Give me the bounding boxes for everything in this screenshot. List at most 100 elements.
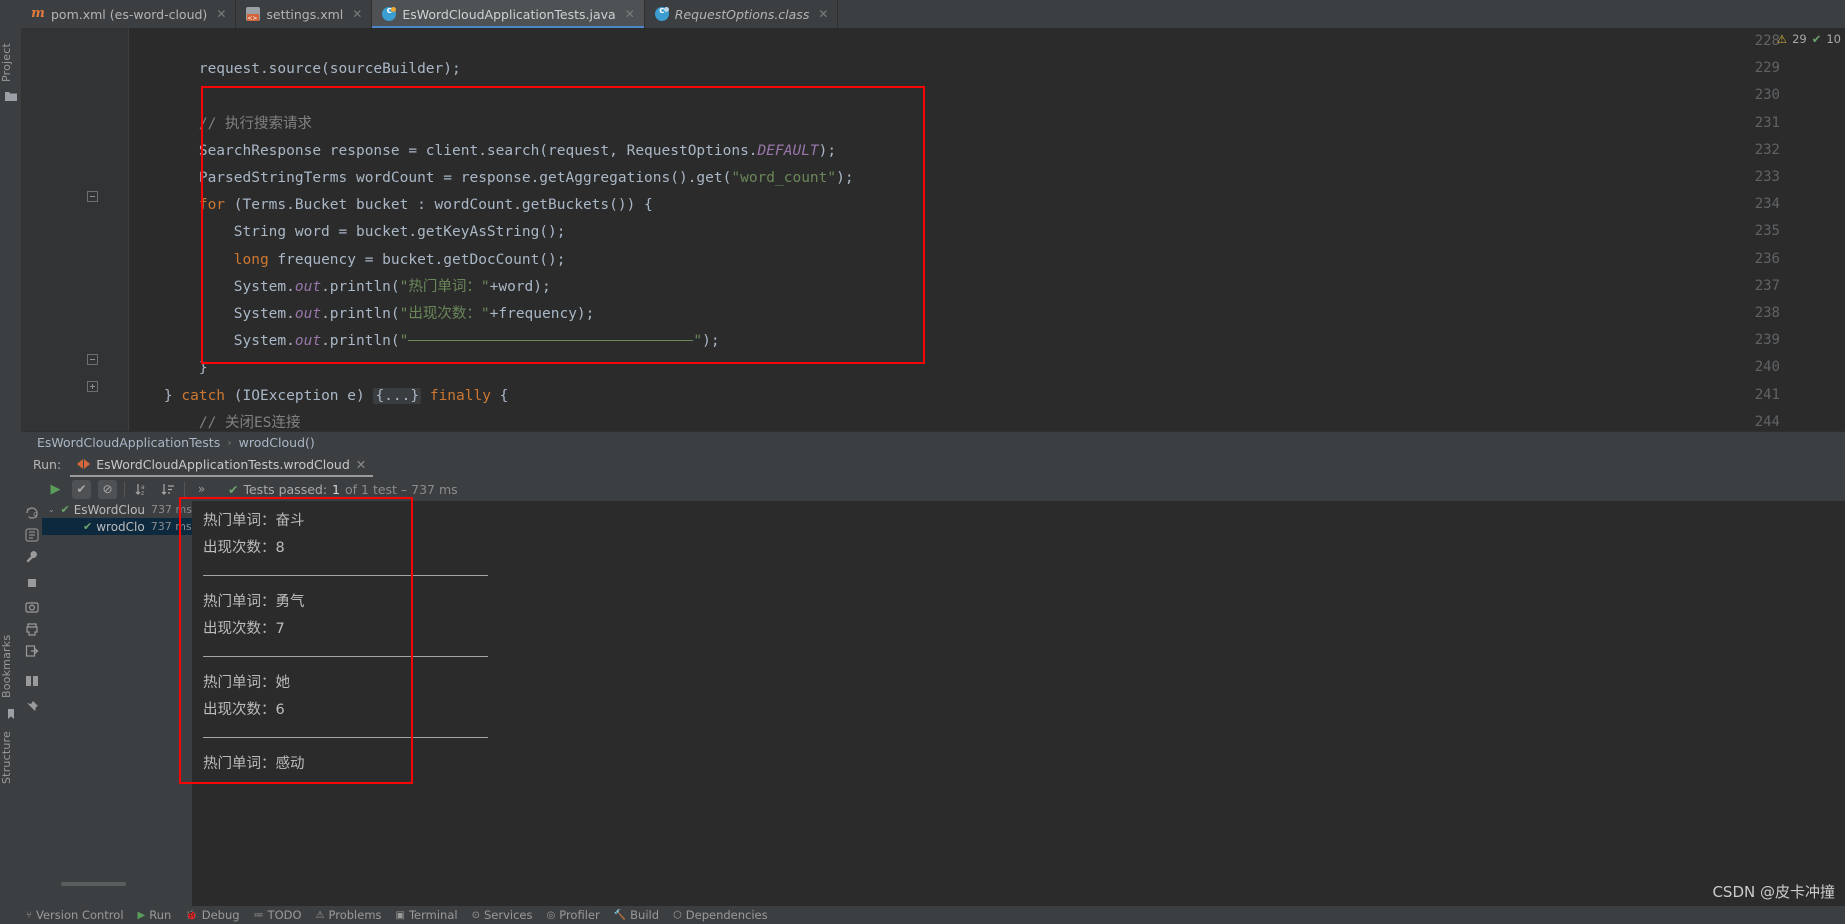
export-icon[interactable] <box>24 643 40 659</box>
tab-settings-xml[interactable]: settings.xml ✕ <box>236 0 373 28</box>
run-label: Run: <box>33 457 62 472</box>
tool-button-project[interactable]: Project <box>0 20 21 82</box>
warning-count: 29 <box>1792 32 1807 46</box>
bottom-bar-dependencies[interactable]: ⬡ Dependencies <box>673 908 768 922</box>
breadcrumb-method[interactable]: wrodCloud() <box>239 435 315 450</box>
test-tree-row[interactable]: ⌄ ✔ EsWordClou 737 ms <box>42 501 192 518</box>
code-token: ); <box>702 333 720 350</box>
code-line[interactable]: System.out.println(" "); <box>129 333 720 349</box>
console-line: 热门单词：勇气 <box>203 594 305 610</box>
code-token: " <box>693 333 703 350</box>
code-line[interactable]: SearchResponse response = client.search(… <box>129 143 836 159</box>
svg-text:z: z <box>141 490 144 497</box>
show-passed-toggle[interactable]: ✔ <box>72 479 91 499</box>
code-line[interactable]: } catch (IOException e) {...} finally { <box>129 387 508 404</box>
fold-marker-240[interactable] <box>87 354 101 368</box>
code-line[interactable]: ParsedStringTerms wordCount = response.g… <box>129 170 854 186</box>
bottom-bar-profiler[interactable]: ◎ Profiler <box>546 908 599 922</box>
layout-icon[interactable] <box>24 673 40 689</box>
watermark: CSDN @皮卡冲撞 <box>1712 883 1835 901</box>
editor-error-stripe[interactable] <box>1833 28 1845 431</box>
rerun-tests-button[interactable]: ▶ <box>46 480 65 499</box>
code-line[interactable]: // 关闭ES连接 <box>129 415 301 431</box>
code-token: frequency = bucket.getDocCount(); <box>268 251 566 268</box>
breadcrumb[interactable]: EsWordCloudApplicationTests › wrodCloud(… <box>21 431 1845 453</box>
expand-toolbar-button[interactable]: » <box>192 480 211 499</box>
code-token: System. <box>129 333 295 350</box>
editor-tab-bar: m pom.xml (es-word-cloud) ✕ settings.xml… <box>21 0 1845 28</box>
code-token: " <box>399 333 409 350</box>
console-line: 出现次数：7 <box>203 621 285 637</box>
tab-requestoptions-class[interactable]: RequestOptions.class ✕ <box>645 0 839 28</box>
tool-icon: ▶ <box>137 909 146 921</box>
code-line[interactable]: request.source(sourceBuilder); <box>129 61 461 77</box>
check-icon: ✔ <box>60 503 70 516</box>
tool-label: Build <box>630 908 660 922</box>
code-token: String word = bucket.getKeyAsString(); <box>129 224 566 241</box>
bottom-bar-debug[interactable]: 🐞 Debug <box>185 908 239 922</box>
fold-marker-241[interactable] <box>87 381 101 395</box>
tool-label: Profiler <box>559 908 600 922</box>
rerun-icon[interactable] <box>24 527 40 543</box>
horizontal-scrollbar[interactable] <box>61 882 126 886</box>
bottom-bar-todo[interactable]: ≔ TODO <box>254 908 302 922</box>
code-line[interactable]: } <box>129 360 208 376</box>
code-line[interactable]: System.out.println("出现次数："+frequency); <box>129 306 595 322</box>
bottom-bar-run[interactable]: ▶ Run <box>138 908 172 922</box>
tool-label: Services <box>483 908 533 922</box>
code-token: out <box>294 306 322 322</box>
print-icon[interactable] <box>24 621 40 637</box>
bottom-bar-problems[interactable]: ⚠ Problems <box>316 908 382 922</box>
tool-icon: ⬡ <box>673 909 682 921</box>
close-icon[interactable]: ✕ <box>818 7 828 21</box>
run-configuration-tab[interactable]: EsWordCloudApplicationTests.wrodCloud ✕ <box>70 452 374 477</box>
tab-label: RequestOptions.class <box>674 6 810 22</box>
close-icon[interactable]: ✕ <box>216 7 226 21</box>
tab-eswordcloudapplicationtests-java[interactable]: EsWordCloudApplicationTests.java ✕ <box>372 0 645 28</box>
bottom-tool-bar: ⑂ Version Control ▶ Run 🐞 Debug ≔ TODO ⚠ Problems… <box>0 906 1845 924</box>
code-token: // 关闭ES连接 <box>129 414 301 431</box>
tool-button-bookmarks[interactable]: Bookmarks <box>0 620 21 698</box>
stop-icon[interactable] <box>24 575 40 591</box>
camera-icon[interactable] <box>24 599 40 615</box>
code-editor[interactable]: 228 229 230 231 232 233 234 235 236 237 238 239 240 2… <box>21 28 1845 431</box>
test-results-tree[interactable]: ⌄ ✔ EsWordClou 737 ms ✔ wrodClo 737 ms <box>42 501 192 906</box>
code-token: .println( <box>321 333 400 350</box>
test-tree-row[interactable]: ✔ wrodClo 737 ms <box>42 518 192 535</box>
fold-marker-234[interactable] <box>87 191 101 205</box>
breadcrumb-class[interactable]: EsWordCloudApplicationTests <box>37 435 220 450</box>
svg-text:9: 9 <box>33 511 38 520</box>
close-icon[interactable]: ✕ <box>356 457 366 472</box>
bottom-bar-terminal[interactable]: ▣ Terminal <box>396 908 458 922</box>
sort-by-duration-button[interactable] <box>158 480 177 499</box>
bottom-bar-build[interactable]: 🔨 Build <box>614 908 659 922</box>
sort-alphabetically-button[interactable]: az <box>132 480 151 499</box>
code-line[interactable]: long frequency = bucket.getDocCount(); <box>129 252 566 268</box>
tool-icon: ⚠ <box>315 909 325 921</box>
chevron-right-icon: › <box>227 436 232 449</box>
code-line[interactable]: // 执行搜索请求 <box>129 116 312 132</box>
chevron-down-icon[interactable]: ⌄ <box>48 505 56 514</box>
close-icon[interactable]: ✕ <box>625 7 635 21</box>
bottom-bar-version-control[interactable]: ⑂ Version Control <box>26 908 124 922</box>
tool-label: Version Control <box>36 908 124 922</box>
tool-button-structure[interactable]: Structure <box>0 712 21 784</box>
tab-label: EsWordCloudApplicationTests.java <box>402 6 616 22</box>
close-icon[interactable]: ✕ <box>352 7 362 21</box>
code-line[interactable]: System.out.println("热门单词："+word); <box>129 279 551 295</box>
inspection-widget[interactable]: ⚠ 29 ✔ 10 <box>1777 32 1841 46</box>
code-line[interactable]: for (Terms.Bucket bucket : wordCount.get… <box>129 197 653 213</box>
mute-tests-button[interactable]: ⊘ <box>98 479 117 499</box>
code-token: ); <box>836 170 854 186</box>
code-line[interactable]: String word = bucket.getKeyAsString(); <box>129 224 566 240</box>
ok-icon: ✔ <box>1811 32 1822 46</box>
tab-pom-xml[interactable]: m pom.xml (es-word-cloud) ✕ <box>21 0 237 28</box>
bottom-bar-services[interactable]: ⊙ Services <box>472 908 533 922</box>
editor-gutter[interactable] <box>21 28 128 431</box>
rerun-failed-icon[interactable]: 9 <box>24 505 40 521</box>
code-token: out <box>294 278 322 295</box>
pin-icon[interactable] <box>24 699 40 715</box>
wrench-icon[interactable] <box>24 549 40 565</box>
console-output[interactable]: 热门单词：奋斗 出现次数：8 热门单词：勇气 出现次数：7 热门单词：她 出现次数：6 热门… <box>192 501 1845 906</box>
code-text[interactable]: request.source(sourceBuilder); // 执行搜索请求… <box>129 28 1845 431</box>
